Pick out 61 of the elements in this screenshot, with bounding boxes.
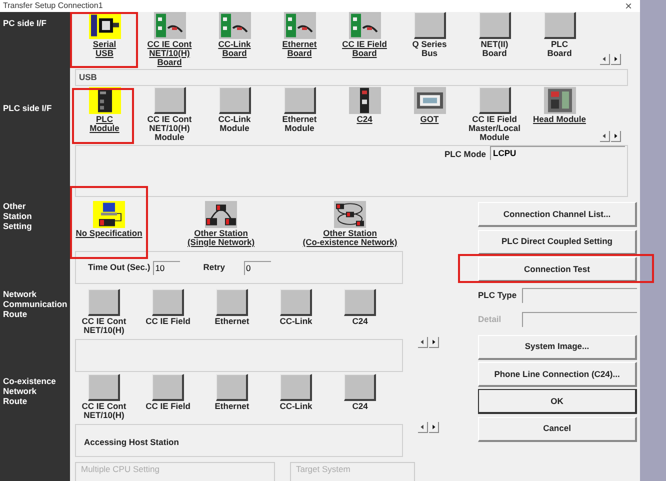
dialog-button[interactable]: PLC Direct Coupled Setting — [478, 230, 637, 255]
section-label: PLC side I/F — [2, 102, 53, 115]
option-label[interactable]: Ethernet — [214, 402, 250, 411]
group-box-title: Target System — [295, 464, 352, 474]
option-label[interactable]: PLC Board — [547, 40, 572, 58]
group-box-title: Multiple CPU Setting — [80, 464, 160, 474]
dialog-button[interactable]: OK — [478, 389, 637, 414]
option-label[interactable]: CC IE Field Board — [342, 40, 387, 58]
dialog-button[interactable]: System Image... — [478, 334, 637, 360]
option-label[interactable]: GOT — [420, 115, 439, 124]
option-label[interactable]: CC IE Cont NET/10(H) Board — [147, 40, 192, 67]
section-label: Network Communication Route — [2, 289, 68, 321]
option-label[interactable]: Ethernet Module — [282, 115, 317, 133]
option-label[interactable]: CC IE Cont NET/10(H) — [82, 402, 126, 420]
plc-type-label: PLC Type — [478, 288, 518, 302]
close-button[interactable]: × — [622, 0, 634, 12]
plc-mode-label: PLC Mode — [444, 148, 486, 161]
window-title: Transfer Setup Connection1 — [3, 0, 103, 12]
dialog-button[interactable]: Cancel — [478, 416, 637, 442]
option-label[interactable]: Ethernet — [214, 317, 250, 326]
option-label[interactable]: Head Module — [533, 115, 586, 124]
timeout-field[interactable]: 10 — [153, 260, 180, 274]
option-label[interactable]: CC IE Field — [146, 402, 190, 411]
scroll-right-icon[interactable] — [429, 337, 439, 348]
option-label[interactable]: Other Station (Co-existence Network) — [302, 229, 398, 247]
scroll-right-icon[interactable] — [611, 54, 621, 65]
option-label[interactable]: Q Series Bus — [412, 40, 447, 58]
option-label[interactable]: Ethernet Board — [282, 40, 317, 58]
option-label[interactable]: C24 — [352, 402, 368, 411]
section-label: PC side I/F — [2, 17, 48, 30]
section-label: Co-existence Network Route — [2, 376, 57, 406]
retry-label: Retry — [203, 261, 225, 274]
detail-field[interactable] — [522, 312, 637, 327]
option-label[interactable]: Other Station (Single Network) — [187, 229, 255, 247]
dialog-button[interactable]: Connection Test — [478, 257, 637, 282]
section-label: Other Station Setting — [2, 201, 33, 233]
route-status: Accessing Host Station — [84, 437, 179, 447]
timeout-label: Time Out (Sec.) — [88, 261, 150, 274]
option-label[interactable]: CC IE Field Master/Local Module — [468, 115, 520, 142]
plc-type-field[interactable] — [522, 288, 637, 303]
option-label[interactable]: CC IE Cont NET/10(H) — [82, 317, 126, 335]
scroll-right-icon[interactable] — [429, 422, 439, 433]
option-label[interactable]: CC IE Cont NET/10(H) Module — [147, 115, 192, 142]
option-label[interactable]: CC-Link — [280, 317, 312, 326]
dialog-button[interactable]: Connection Channel List... — [478, 202, 637, 228]
option-label[interactable]: C24 — [356, 115, 372, 124]
option-label[interactable]: CC-Link Module — [218, 115, 251, 133]
scroll-right-icon[interactable] — [611, 131, 621, 142]
dialog-button[interactable]: Phone Line Connection (C24)... — [478, 362, 637, 387]
option-label[interactable]: CC-Link Board — [218, 40, 251, 58]
option-label[interactable]: Serial USB — [92, 40, 116, 58]
option-label[interactable]: NET(II) Board — [480, 40, 508, 58]
option-label[interactable]: PLC Module — [90, 115, 120, 133]
option-label[interactable]: CC-Link — [280, 402, 312, 411]
option-label[interactable]: No Specification — [76, 229, 142, 238]
retry-field[interactable]: 0 — [244, 260, 271, 274]
plc-mode-field[interactable]: LCPU — [490, 146, 625, 160]
option-label[interactable]: CC IE Field — [146, 317, 190, 326]
detail-label: Detail — [478, 312, 502, 326]
option-label[interactable]: C24 — [352, 317, 368, 326]
interface-detail-field: USB — [75, 69, 628, 86]
